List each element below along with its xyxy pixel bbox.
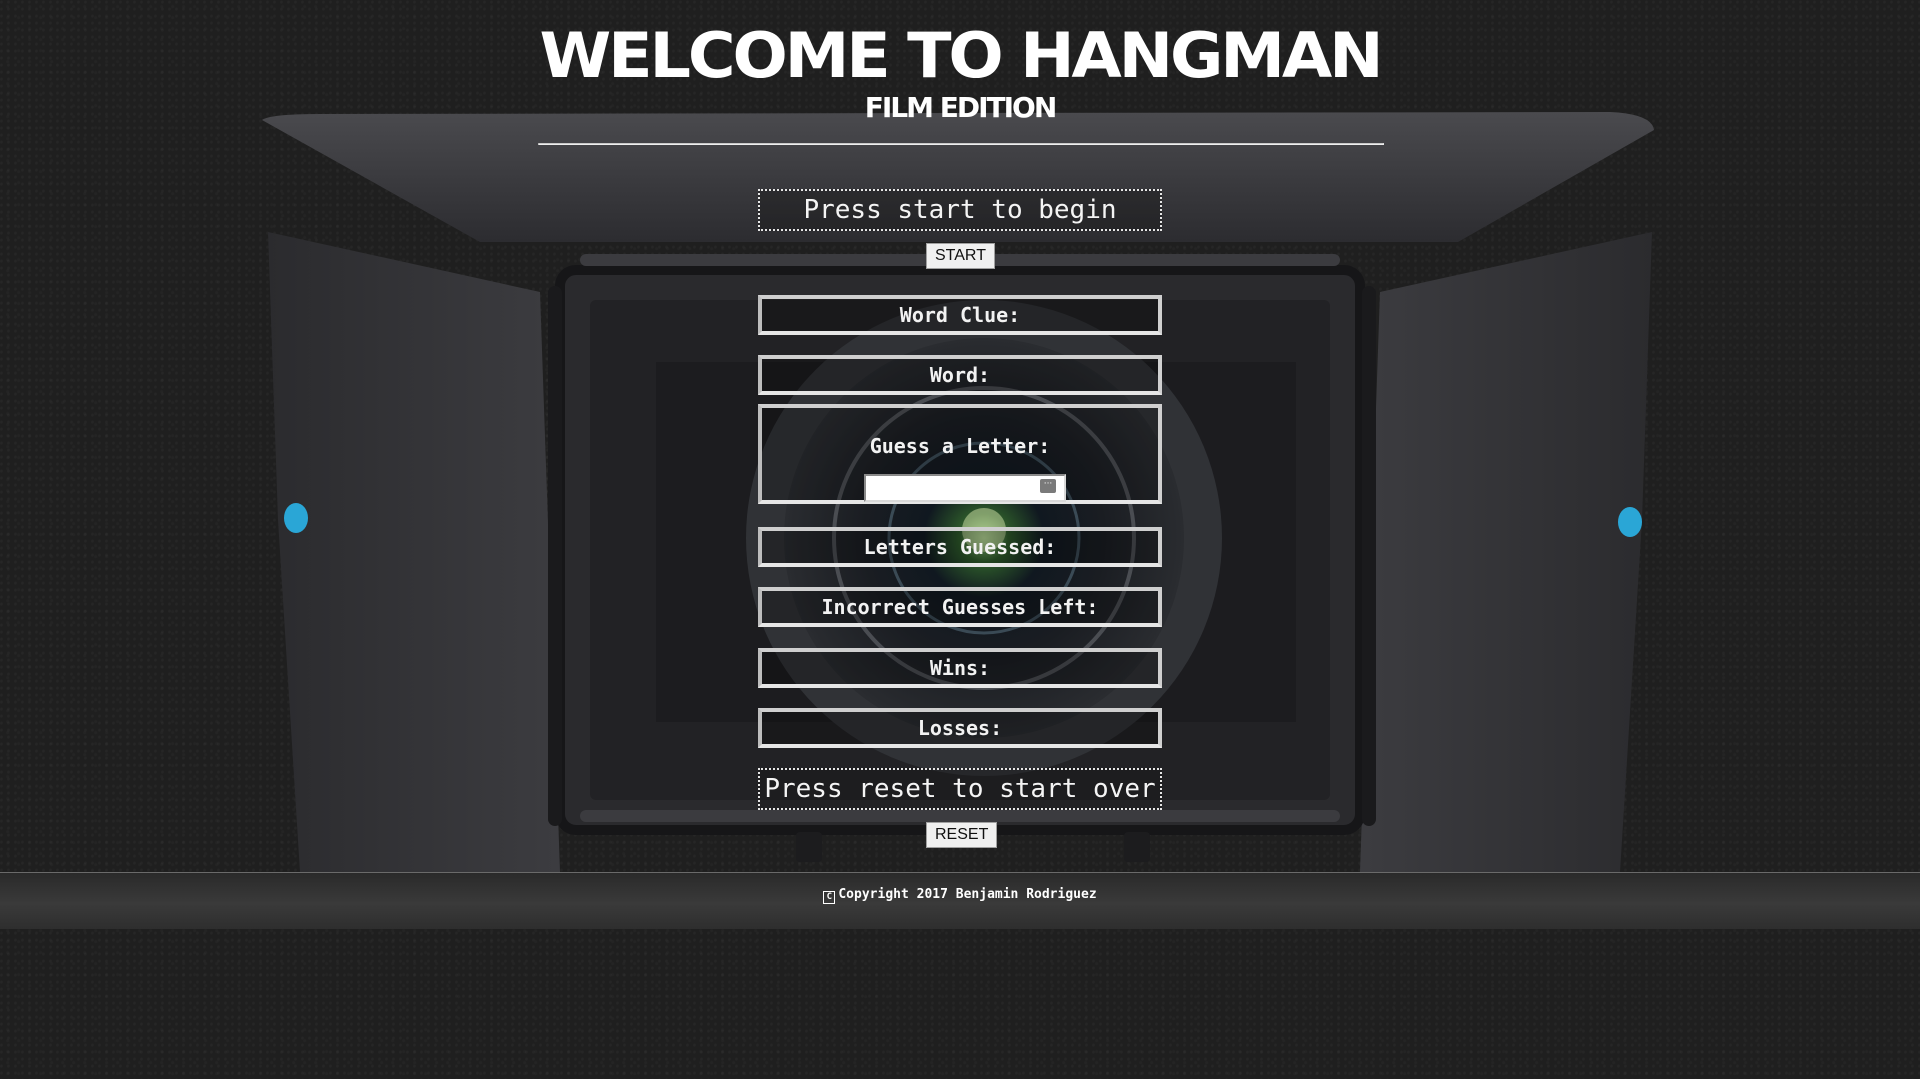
guess-letter-panel: Guess a Letter: ··· bbox=[758, 404, 1162, 504]
page-footer: C Copyright 2017 Benjamin Rodriguez bbox=[0, 872, 1920, 929]
start-button[interactable]: START bbox=[926, 243, 995, 269]
incorrect-guesses-left-display: Incorrect Guesses Left: bbox=[758, 587, 1162, 627]
word-display: Word: bbox=[758, 355, 1162, 395]
reset-button[interactable]: RESET bbox=[926, 822, 998, 848]
start-prompt: Press start to begin bbox=[758, 189, 1162, 231]
letters-guessed-display: Letters Guessed: bbox=[758, 527, 1162, 567]
losses-display: Losses: bbox=[758, 708, 1162, 748]
page-subtitle: Film Edition bbox=[864, 91, 1058, 124]
copyright-icon: C bbox=[823, 891, 836, 904]
reset-prompt: Press reset to start over bbox=[758, 768, 1162, 810]
word-clue-display: Word Clue: bbox=[758, 295, 1162, 335]
page-title: Welcome to Hangman bbox=[539, 19, 1384, 92]
copyright-text: Copyright 2017 Benjamin Rodriguez bbox=[838, 887, 1097, 902]
header-divider bbox=[538, 143, 1384, 145]
wins-display: Wins: bbox=[758, 648, 1162, 688]
guess-letter-label: Guess a Letter: bbox=[869, 434, 1051, 458]
guess-letter-input[interactable] bbox=[864, 474, 1066, 502]
footer-copyright: C Copyright 2017 Benjamin Rodriguez bbox=[0, 886, 1920, 904]
password-manager-icon[interactable]: ··· bbox=[1040, 479, 1056, 493]
